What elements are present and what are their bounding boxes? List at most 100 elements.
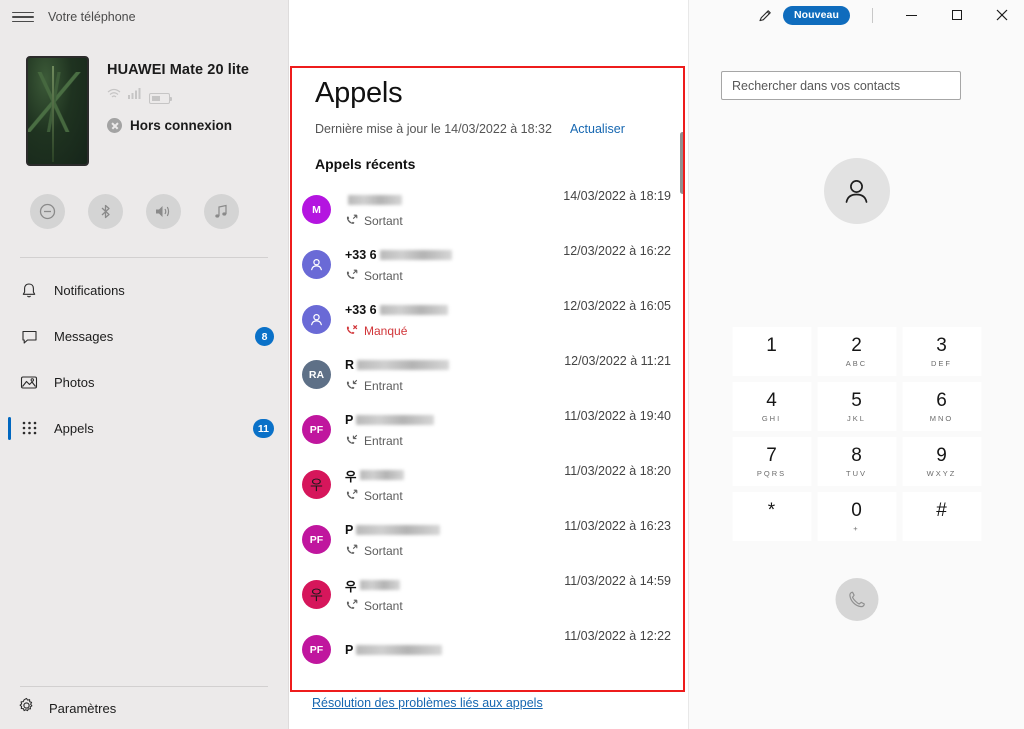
device-status-icons <box>107 88 249 104</box>
sidebar-item-notifications[interactable]: Notifications <box>0 272 288 309</box>
call-type-label: Sortant <box>364 213 403 228</box>
dialpad-key-1[interactable]: 1 <box>732 327 811 376</box>
dialpad-key-letters: WXYZ <box>926 468 957 478</box>
calls-scrollbar-thumb[interactable] <box>680 132 685 194</box>
dialpad-key-9[interactable]: 9 WXYZ <box>902 437 981 486</box>
do-not-disturb-button[interactable] <box>30 194 65 229</box>
call-list-item[interactable]: M Sortant 14/03/2022 à 18:19 <box>292 182 683 237</box>
search-input[interactable] <box>721 71 961 100</box>
call-type: Sortant <box>345 269 563 283</box>
call-timestamp: 12/03/2022 à 16:05 <box>563 299 671 313</box>
troubleshoot-calls-link[interactable]: Résolution des problèmes liés aux appels <box>312 696 543 710</box>
photos-icon <box>18 375 40 390</box>
contact-name-text: R <box>345 358 355 372</box>
outgoing-call-icon-wrap <box>345 489 358 502</box>
pen-icon <box>759 9 772 21</box>
call-details: P Entrant <box>345 412 564 448</box>
dialpad-key-4[interactable]: 4 GHI <box>732 382 811 431</box>
dialpad-key-8[interactable]: 8 TUV <box>817 437 896 486</box>
outgoing-call-icon <box>346 269 358 279</box>
call-timestamp: 11/03/2022 à 19:40 <box>564 409 671 423</box>
call-details: R Entrant <box>345 357 564 393</box>
contact-name-text: 우 <box>345 579 357 594</box>
missed-call-icon <box>346 324 358 334</box>
dialpad-key-5[interactable]: 5 JKL <box>817 382 896 431</box>
close-button[interactable] <box>979 0 1024 30</box>
call-type-label: Sortant <box>364 268 403 283</box>
music-button[interactable] <box>204 194 239 229</box>
redacted-name <box>356 415 435 425</box>
quick-actions-row <box>0 166 288 229</box>
sidebar-item-messages[interactable]: Messages 8 <box>0 318 288 355</box>
dialpad-key-0[interactable]: 0 + <box>817 492 896 541</box>
avatar: RA <box>302 360 331 389</box>
sidebar-nav: Notifications Messages 8 Photos Appels 1… <box>0 258 288 456</box>
call-details: +33 6 Manqué <box>345 302 563 338</box>
volume-button[interactable] <box>146 194 181 229</box>
call-list-item[interactable]: PF P 11/03/2022 à 12:22 <box>292 622 683 677</box>
dialpad-key-hash[interactable]: # <box>902 492 981 541</box>
call-list-item[interactable]: PF P Entrant 11/03/2022 à 19:40 <box>292 402 683 457</box>
call-type-label: Sortant <box>364 543 403 558</box>
dialpad[interactable]: 1 2 ABC 3 DEF 4 GHI 5 JKL 6 MNO 7 PQRS 8 TUV 9 WXYZ * 0 + # <box>732 327 981 541</box>
contact-name-text: +33 6 <box>345 248 377 262</box>
sidebar-item-appels[interactable]: Appels 11 <box>0 410 288 447</box>
incoming-call-icon <box>346 434 358 444</box>
wifi-icon <box>107 86 121 104</box>
dialpad-key-6[interactable]: 6 MNO <box>902 382 981 431</box>
minimize-button[interactable] <box>889 0 934 30</box>
feedback-pen-button[interactable] <box>749 1 783 29</box>
outgoing-call-icon-wrap <box>345 214 358 227</box>
call-details: P <box>345 641 564 658</box>
messages-badge: 8 <box>255 327 274 346</box>
calls-header: Appels Dernière mise à jour le 14/03/202… <box>292 68 683 172</box>
incoming-call-icon <box>346 379 358 389</box>
person-icon <box>311 258 322 271</box>
redacted-name <box>348 195 402 205</box>
recent-calls-list[interactable]: M Sortant 14/03/2022 à 18:19 +33 6 Sortant 12… <box>292 182 683 677</box>
bluetooth-icon <box>101 204 110 219</box>
sidebar-item-label: Messages <box>54 329 114 344</box>
avatar: PF <box>302 635 331 664</box>
call-timestamp: 14/03/2022 à 18:19 <box>563 189 671 203</box>
call-type: Entrant <box>345 379 564 393</box>
sidebar-item-photos[interactable]: Photos <box>0 364 288 401</box>
dialpad-key-3[interactable]: 3 DEF <box>902 327 981 376</box>
avatar: 우 <box>302 580 331 609</box>
call-list-item[interactable]: PF P Sortant 11/03/2022 à 16:23 <box>292 512 683 567</box>
person-icon <box>845 179 868 203</box>
call-list-item[interactable]: RA R Entrant 12/03/2022 à 11:21 <box>292 347 683 402</box>
dialpad-key-2[interactable]: 2 ABC <box>817 327 896 376</box>
device-name: HUAWEI Mate 20 lite <box>107 62 250 78</box>
call-list-item[interactable]: +33 6 Manqué 12/03/2022 à 16:05 <box>292 292 683 347</box>
last-update-label: Dernière mise à jour le 14/03/2022 à 18:… <box>315 122 552 136</box>
call-list-item[interactable]: 우 우 Sortant 11/03/2022 à 18:20 <box>292 457 683 512</box>
dialpad-key-7[interactable]: 7 PQRS <box>732 437 811 486</box>
call-type-label: Sortant <box>364 598 403 613</box>
hamburger-menu-icon[interactable] <box>12 9 34 25</box>
device-card: HUAWEI Mate 20 lite Hors connexion <box>0 34 288 166</box>
call-type: Sortant <box>345 599 564 613</box>
call-button[interactable] <box>835 578 878 621</box>
dialpad-key-digit: 2 <box>851 334 862 356</box>
person-icon <box>311 313 322 326</box>
contact-name-text: P <box>345 413 354 427</box>
dialpad-key-star[interactable]: * <box>732 492 811 541</box>
outgoing-call-icon-wrap <box>345 544 358 557</box>
call-contact-name: P <box>345 412 564 429</box>
call-list-item[interactable]: 우 우 Sortant 11/03/2022 à 14:59 <box>292 567 683 622</box>
refresh-link[interactable]: Actualiser <box>570 122 625 136</box>
redacted-name <box>379 305 448 315</box>
sidebar-item-settings[interactable]: Paramètres <box>0 687 288 729</box>
close-icon <box>996 9 1007 21</box>
bluetooth-button[interactable] <box>88 194 123 229</box>
new-feature-badge[interactable]: Nouveau <box>782 5 850 25</box>
maximize-button[interactable] <box>934 0 979 30</box>
redacted-name <box>356 644 443 655</box>
calls-scrollbar[interactable] <box>680 70 685 615</box>
call-list-item[interactable]: +33 6 Sortant 12/03/2022 à 16:22 <box>292 237 683 292</box>
sidebar-item-label: Notifications <box>54 283 125 298</box>
calls-subheader: Dernière mise à jour le 14/03/2022 à 18:… <box>315 122 683 136</box>
call-contact-name: 우 <box>345 577 564 594</box>
settings-label: Paramètres <box>49 700 117 716</box>
